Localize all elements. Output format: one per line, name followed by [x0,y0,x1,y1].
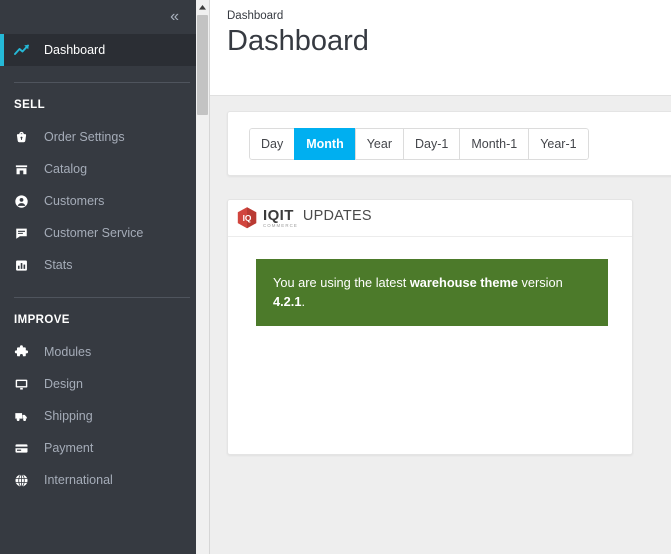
alert-text-after: version [517,275,563,290]
sidebar-section-title-sell: SELL [14,99,45,111]
date-range-button-group: Day Month Year Day-1 Month-1 Year-1 [249,127,589,160]
sidebar-item-international[interactable]: International [0,464,196,496]
sidebar-item-label: Catalog [44,162,88,176]
sidebar-scrollbar[interactable] [196,0,210,554]
sidebar-item-catalog[interactable]: Catalog [0,153,196,185]
basket-icon [14,130,36,145]
tab-day[interactable]: Day [249,127,295,160]
date-range-card: Day Month Year Day-1 Month-1 Year-1 [227,111,671,176]
page-header: Dashboard Dashboard [210,0,671,96]
alert-theme-name: warehouse theme [409,275,518,290]
iqit-updates-body: You are using the latest warehouse theme… [228,237,632,327]
sidebar-item-label: International [44,473,113,487]
sidebar-item-modules[interactable]: Modules [0,336,196,368]
breadcrumb: Dashboard [227,10,284,22]
alert-text-end: . [301,294,306,310]
tab-month[interactable]: Month [294,127,355,160]
sidebar-item-customers[interactable]: Customers [0,185,196,217]
main-sidebar: « Dashboard SELL Order Settings Catalog … [0,0,196,554]
iqit-updates-header: IQ IQIT COMMERCE UPDATES [228,200,632,237]
trend-up-icon [14,42,36,58]
alert-version-number: 4.2.1 [273,294,302,310]
scrollbar-thumb[interactable] [197,15,208,115]
iqit-hexagon-logo-icon: IQ [236,206,258,230]
iqit-updates-card: IQ IQIT COMMERCE UPDATES You are using t… [227,199,633,455]
globe-icon [14,473,36,488]
tab-day-1[interactable]: Day-1 [402,127,460,160]
page-title: Dashboard [227,25,369,57]
sidebar-item-customer-service[interactable]: Customer Service [0,217,196,249]
sidebar-item-label: Payment [44,441,94,455]
monitor-icon [14,377,36,392]
sidebar-item-label: Design [44,377,83,391]
sidebar-section-title-improve: IMPROVE [14,314,70,326]
iqit-brand-text: IQIT [263,206,294,224]
sidebar-item-label: Order Settings [44,130,125,144]
main-content: Dashboard Dashboard Day Month Year Day-1… [210,0,671,554]
truck-icon [14,409,36,424]
sidebar-item-label: Dashboard [44,43,106,57]
sidebar-item-order-settings[interactable]: Order Settings [0,121,196,153]
tab-year-1[interactable]: Year-1 [528,127,589,160]
alert-text-before: You are using the latest [273,275,410,290]
chat-bubble-icon [14,226,36,241]
svg-text:IQ: IQ [243,213,252,223]
sidebar-item-label: Customers [44,194,105,208]
sidebar-item-shipping[interactable]: Shipping [0,400,196,432]
user-circle-icon [14,194,36,209]
credit-card-icon [14,441,36,456]
iqit-updates-title: UPDATES [302,207,372,224]
sidebar-item-stats[interactable]: Stats [0,249,196,281]
sidebar-item-payment[interactable]: Payment [0,432,196,464]
puzzle-piece-icon [14,344,36,360]
sidebar-item-label: Customer Service [44,226,144,240]
tab-year[interactable]: Year [354,127,403,160]
tab-month-1[interactable]: Month-1 [459,127,529,160]
chevron-double-left-icon[interactable]: « [166,7,182,27]
bar-chart-icon [14,258,36,273]
sidebar-item-dashboard[interactable]: Dashboard [0,34,196,66]
admin-app-window: « Dashboard SELL Order Settings Catalog … [0,0,671,554]
iqit-brand-subtext: COMMERCE [263,222,298,228]
iqit-wordmark: IQIT COMMERCE UPDATES [263,208,372,228]
sidebar-item-label: Shipping [44,409,93,423]
storefront-icon [14,162,36,177]
content-body: Day Month Year Day-1 Month-1 Year-1 IQ I… [210,96,671,455]
theme-version-alert: You are using the latest warehouse theme… [256,259,608,327]
sidebar-topbar: « [0,0,196,34]
sidebar-item-label: Modules [44,345,92,359]
sidebar-item-design[interactable]: Design [0,368,196,400]
chevron-up-icon[interactable] [196,0,209,14]
sidebar-item-label: Stats [44,258,73,272]
